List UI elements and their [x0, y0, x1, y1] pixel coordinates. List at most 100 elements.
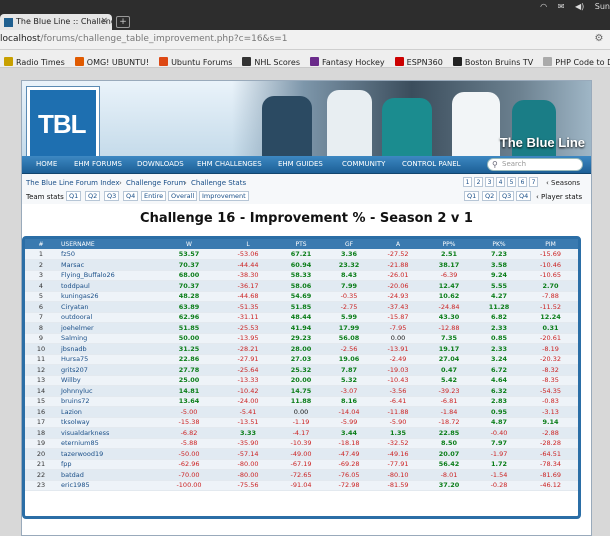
tbl-logo[interactable]: TBL [27, 87, 99, 156]
breadcrumb-forum-index[interactable]: The Blue Line Forum Index [26, 179, 119, 187]
browser-tab[interactable]: The Blue Line :: Challenge × [0, 14, 112, 30]
stat-cell-goals-for: -76.05 [325, 469, 373, 481]
bookmark-favicon-icon [452, 57, 462, 66]
column-header-username[interactable]: USERNAME [57, 239, 159, 249]
username-link[interactable]: batdad [57, 469, 159, 481]
username-link[interactable]: grits207 [57, 364, 159, 376]
tab-close-icon[interactable]: × [100, 16, 108, 26]
bookmark-favicon-icon [4, 57, 13, 66]
team-stats-link[interactable]: Q2 [85, 191, 101, 201]
bookmark-item[interactable]: NHL Scores [238, 53, 306, 67]
team-stats-link[interactable]: Entire [141, 191, 167, 201]
stat-cell-losses: -25.53 [219, 322, 277, 334]
bookmark-item[interactable]: Radio Times [0, 53, 71, 67]
player-stats-link[interactable]: Q3 [499, 191, 515, 201]
username-link[interactable]: fpp [57, 459, 159, 470]
stat-cell-goals-against: -27.52 [373, 249, 423, 260]
column-header-penalty-kill-pct[interactable]: PK% [475, 239, 523, 249]
stat-cell-wins: 62.96 [159, 312, 219, 323]
team-stats-link[interactable]: Q4 [123, 191, 139, 201]
team-stats-link[interactable]: Q1 [66, 191, 82, 201]
stat-cell-penalty-minutes: -8.19 [523, 343, 578, 355]
table-row: 23 eric1985 -100.00 -75.56 -91.04 -72.98 -81.5… [25, 480, 578, 491]
bookmark-label: Boston Bruins TV [464, 58, 534, 67]
table-row: 20 tazerwood19 -50.00 -57.14 -49.00 -47.49 -49… [25, 448, 578, 460]
stat-cell-power-play-pct: 27.04 [423, 354, 475, 365]
column-header-goals-for[interactable]: GF [325, 239, 373, 249]
column-header-losses[interactable]: L [219, 239, 277, 249]
player-stats-link[interactable]: Q1 [464, 191, 480, 201]
nav-home[interactable]: HOME [36, 160, 57, 168]
username-link[interactable]: Hursa75 [57, 354, 159, 365]
username-link[interactable]: Marsac [57, 259, 159, 271]
season-page-link[interactable]: 7 [529, 177, 538, 187]
username-link[interactable]: outdooral [57, 312, 159, 323]
username-link[interactable]: Ciryatan [57, 301, 159, 313]
stat-cell-goals-against: -20.06 [373, 280, 423, 292]
season-page-link[interactable]: 2 [474, 177, 483, 187]
username-link[interactable]: bruins72 [57, 396, 159, 407]
username-link[interactable]: Willby [57, 375, 159, 386]
column-header-power-play-pct[interactable]: PP% [423, 239, 475, 249]
username-link[interactable]: Johnnyluc [57, 385, 159, 397]
column-header-penalty-minutes[interactable]: PIM [523, 239, 578, 249]
username-link[interactable]: joehelmer [57, 322, 159, 334]
season-page-link[interactable]: 4 [496, 177, 505, 187]
stat-cell-losses: -24.00 [219, 396, 277, 407]
volume-icon[interactable]: ◀) [575, 2, 584, 11]
stat-cell-points: 14.75 [277, 385, 325, 397]
nav-ehm-forums[interactable]: EHM FORUMS [74, 160, 122, 168]
breadcrumb-challenge-stats[interactable]: Challenge Stats [191, 179, 246, 187]
nav-control-panel[interactable]: CONTROL PANEL [402, 160, 461, 168]
nav-ehm-challenges[interactable]: EHM CHALLENGES [197, 160, 262, 168]
team-stats-link[interactable]: Overall [168, 191, 198, 201]
player-stats-link[interactable]: Q4 [516, 191, 532, 201]
bookmark-item[interactable]: Fantasy Hockey [306, 53, 391, 67]
breadcrumb-challenge-forum[interactable]: Challenge Forum [126, 179, 185, 187]
username-link[interactable]: visualdarkness [57, 427, 159, 439]
team-stats-link[interactable]: Q3 [104, 191, 120, 201]
season-page-link[interactable]: 6 [518, 177, 527, 187]
breadcrumb-separator: › [184, 179, 187, 187]
season-page-link[interactable]: 5 [507, 177, 516, 187]
username-link[interactable]: jbsnadb [57, 343, 159, 355]
stat-cell-wins: 22.86 [159, 354, 219, 365]
search-input[interactable]: ⚲ Search [487, 158, 583, 171]
system-user[interactable]: Sun [595, 2, 610, 11]
wifi-icon[interactable]: ◠ [540, 2, 547, 11]
username-link[interactable]: toddpaul [57, 280, 159, 292]
team-stats-link[interactable]: Improvement [199, 191, 249, 201]
stat-cell-wins: 13.64 [159, 396, 219, 407]
mail-icon[interactable]: ✉ [558, 2, 565, 11]
column-header-goals-against[interactable]: A [373, 239, 423, 249]
wrench-menu-icon[interactable]: ⚙ [592, 33, 606, 47]
username-link[interactable]: Flying_Buffalo26 [57, 270, 159, 281]
address-bar[interactable]: localhost/forums/challenge_table_improve… [0, 34, 288, 44]
column-header-wins[interactable]: W [159, 239, 219, 249]
bookmark-item[interactable]: PHP Code to D... [539, 53, 610, 67]
username-link[interactable]: kuningas26 [57, 291, 159, 302]
username-link[interactable]: eternium85 [57, 438, 159, 449]
username-link[interactable]: Lazion [57, 406, 159, 418]
username-link[interactable]: fz50 [57, 249, 159, 260]
username-link[interactable]: eric1985 [57, 480, 159, 491]
stat-cell-power-play-pct: 19.17 [423, 343, 475, 355]
season-page-link[interactable]: 3 [485, 177, 494, 187]
bookmark-item[interactable]: Ubuntu Forums [155, 53, 238, 67]
bookmark-item[interactable]: ESPN360 [391, 53, 449, 67]
new-tab-button[interactable]: + [116, 16, 130, 28]
username-link[interactable]: tazerwood19 [57, 448, 159, 460]
bookmark-item[interactable]: Boston Bruins TV [449, 53, 539, 67]
nav-downloads[interactable]: DOWNLOADS [137, 160, 184, 168]
username-link[interactable]: tksolway [57, 417, 159, 428]
bookmark-item[interactable]: OMG! UBUNTU! [71, 53, 155, 67]
player-stats-link[interactable]: Q2 [482, 191, 498, 201]
stat-cell-wins: 31.25 [159, 343, 219, 355]
username-link[interactable]: Salming [57, 333, 159, 344]
season-page-link[interactable]: 1 [463, 177, 472, 187]
column-header-points[interactable]: PTS [277, 239, 325, 249]
nav-ehm-guides[interactable]: EHM GUIDES [278, 160, 323, 168]
column-header-rank[interactable]: # [25, 239, 57, 249]
nav-community[interactable]: COMMUNITY [342, 160, 385, 168]
stat-cell-penalty-kill-pct: 11.28 [475, 301, 523, 313]
